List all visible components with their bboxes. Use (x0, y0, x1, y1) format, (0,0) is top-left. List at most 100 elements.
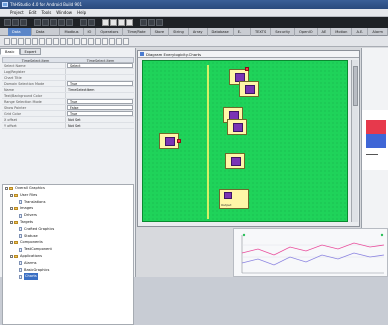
component-icon[interactable] (95, 37, 101, 45)
component-icon[interactable] (4, 37, 10, 45)
connector-pin[interactable] (245, 67, 249, 71)
tree-item[interactable]: Overall Graphics (3, 185, 133, 192)
debug-icon[interactable] (118, 19, 125, 26)
component-icon[interactable] (39, 37, 45, 45)
deploy-icon[interactable] (126, 19, 133, 26)
grid-icon[interactable] (140, 19, 147, 26)
menu-window[interactable]: Window (56, 9, 72, 16)
scrollbar-thumb[interactable] (353, 66, 358, 106)
tab-data-sources[interactable]: Data Sources (8, 28, 32, 42)
tab-array[interactable]: Array (189, 28, 208, 36)
tab-alarm[interactable]: Alarm (368, 28, 388, 36)
diagram-node[interactable] (239, 81, 259, 97)
tab-motion[interactable]: Motion (331, 28, 353, 36)
menu-project[interactable]: Project (10, 9, 24, 16)
diagram-node-output[interactable]: Output (219, 189, 249, 209)
property-value[interactable]: False (67, 105, 133, 110)
tab-openio[interactable]: OpenIO (295, 28, 318, 36)
component-icon[interactable] (116, 37, 122, 45)
undo-icon[interactable] (58, 19, 65, 26)
tree-item[interactable]: BasicGraphics (3, 267, 133, 274)
property-value[interactable]: True (67, 81, 133, 86)
collapse-icon[interactable] (5, 186, 8, 190)
layout-icon[interactable] (156, 19, 163, 26)
tab-database[interactable]: Database (208, 28, 234, 36)
component-icon[interactable] (18, 37, 24, 45)
tree-item[interactable]: Drivers (3, 212, 133, 219)
find-icon[interactable] (80, 19, 87, 26)
tree-item[interactable]: Components (3, 239, 133, 246)
tab-texts[interactable]: TEXTS (251, 28, 272, 36)
tab-ae2[interactable]: A.E. (352, 28, 369, 36)
build-icon[interactable] (110, 19, 117, 26)
tree-item[interactable]: TestComponent (3, 246, 133, 253)
menu-tools[interactable]: Tools (41, 9, 51, 16)
property-value[interactable]: TimeSelectItem (66, 87, 134, 92)
collapse-icon[interactable] (10, 241, 13, 245)
paste-icon[interactable] (50, 19, 57, 26)
component-icon[interactable] (88, 37, 94, 45)
redo-icon[interactable] (66, 19, 73, 26)
vertical-scrollbar[interactable] (351, 60, 358, 222)
property-value[interactable] (66, 93, 134, 98)
run-icon[interactable] (102, 19, 109, 26)
component-icon[interactable] (60, 37, 66, 45)
settings-icon[interactable] (88, 19, 95, 26)
property-value[interactable]: True (67, 111, 133, 116)
tree-item[interactable]: Statuse (3, 233, 133, 240)
tab-time-rate[interactable]: Time/Rate (123, 28, 151, 36)
collapse-icon[interactable] (10, 193, 13, 197)
tab-expert[interactable]: Expert (19, 48, 42, 55)
collapse-icon[interactable] (10, 207, 13, 211)
component-icon[interactable] (81, 37, 87, 45)
menu-help[interactable]: Help (77, 9, 86, 16)
collapse-icon[interactable] (10, 254, 13, 258)
copy-icon[interactable] (42, 19, 49, 26)
component-icon[interactable] (109, 37, 115, 45)
tab-operators[interactable]: Operators (96, 28, 124, 36)
property-value[interactable]: Not Set (66, 123, 134, 128)
component-icon[interactable] (46, 37, 52, 45)
tab-data-formatting[interactable]: Data Formatting (32, 28, 61, 42)
open-icon[interactable] (12, 19, 19, 26)
tab-ae[interactable]: AE (318, 28, 332, 36)
save-icon[interactable] (20, 19, 27, 26)
tree-item[interactable]: Images (3, 205, 133, 212)
diagram-node[interactable] (227, 119, 247, 135)
property-value[interactable] (66, 69, 134, 74)
zoom-icon[interactable] (148, 19, 155, 26)
connector-pin[interactable] (177, 139, 181, 143)
diagram-node[interactable] (225, 153, 245, 169)
cut-icon[interactable] (34, 19, 41, 26)
tree-item[interactable]: Crafted Graphics (3, 226, 133, 233)
diagram-node[interactable] (159, 133, 179, 149)
component-icon[interactable] (25, 37, 31, 45)
tab-string[interactable]: String (169, 28, 189, 36)
component-icon[interactable] (32, 37, 38, 45)
tab-io[interactable]: IO (84, 28, 97, 36)
component-icon[interactable] (11, 37, 17, 45)
tree-item[interactable]: Applications (3, 253, 133, 260)
property-value[interactable]: Not Set (66, 117, 134, 122)
component-icon[interactable] (102, 37, 108, 45)
tree-item[interactable]: User Files (3, 192, 133, 199)
property-value[interactable]: Select (67, 63, 133, 68)
component-icon[interactable] (74, 37, 80, 45)
property-value[interactable] (66, 75, 134, 80)
diagram-canvas[interactable]: Output (142, 60, 348, 222)
tab-ediag[interactable]: E-Diag (234, 28, 251, 42)
component-icon[interactable] (123, 37, 129, 45)
tab-store[interactable]: Store (151, 28, 170, 36)
collapse-icon[interactable] (10, 220, 13, 224)
tree-item[interactable]: Targets (3, 219, 133, 226)
tab-security[interactable]: Security (271, 28, 296, 36)
component-icon[interactable] (67, 37, 73, 45)
tab-modbus[interactable]: Modbus (60, 28, 84, 36)
menu-edit[interactable]: Edit (29, 9, 37, 16)
tree-item[interactable]: Translations (3, 199, 133, 206)
property-value[interactable]: True (67, 99, 133, 104)
property-row[interactable]: Y offset Not Set (2, 123, 134, 129)
component-icon[interactable] (53, 37, 59, 45)
tab-basic[interactable]: Basic (0, 48, 20, 55)
tree-item[interactable]: Alarms (3, 260, 133, 267)
